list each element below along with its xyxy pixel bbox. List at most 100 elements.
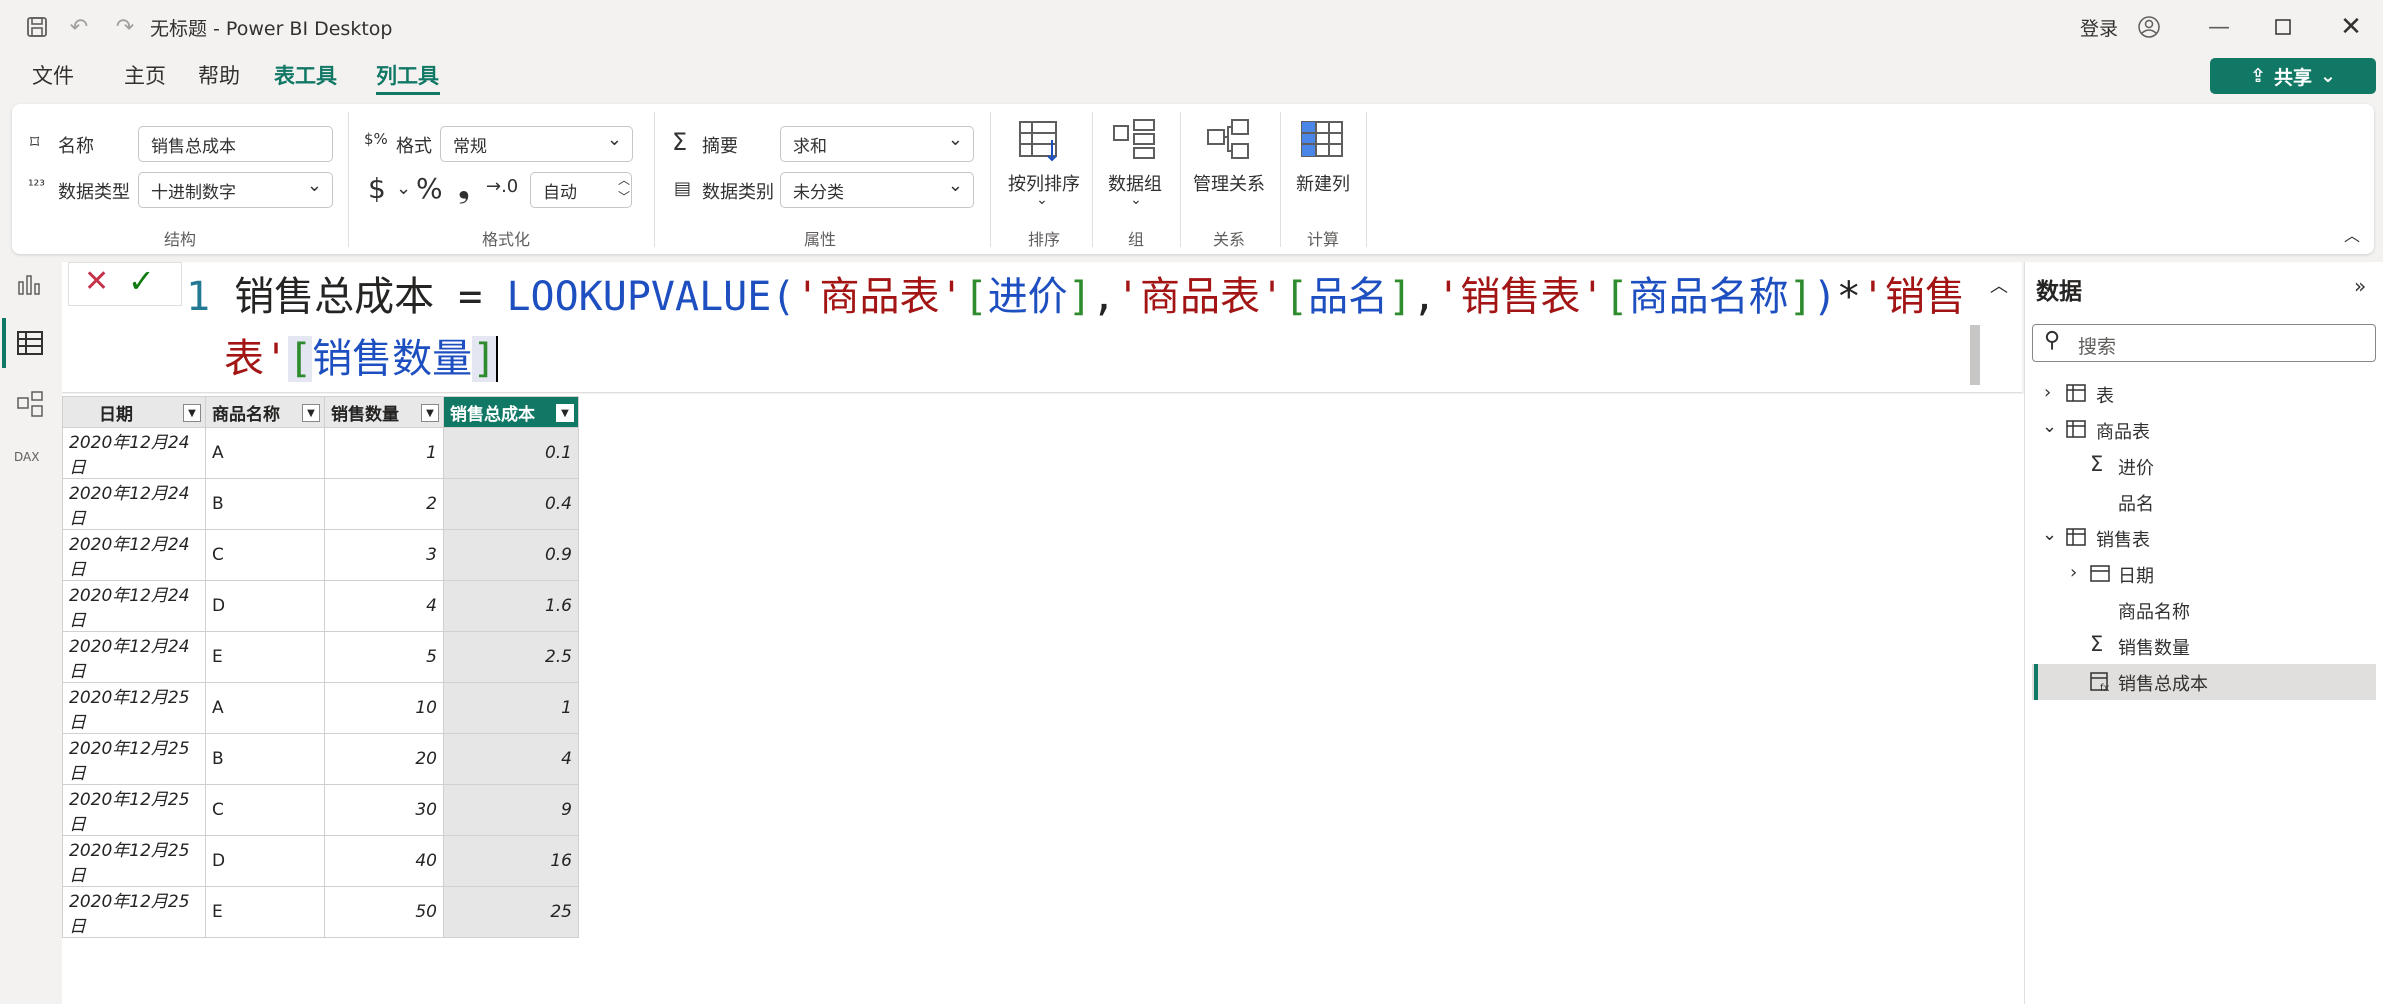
- cell-date[interactable]: 2020年12月25日: [62, 784, 206, 836]
- tree-item-price[interactable]: 进价: [2118, 454, 2154, 480]
- maximize-icon[interactable]: [2268, 12, 2298, 42]
- cell-product[interactable]: A: [205, 427, 325, 479]
- tree-item-product-name-col[interactable]: 商品名称: [2118, 598, 2190, 624]
- redo-icon[interactable]: ↷: [110, 12, 140, 42]
- tree-item-total-cost[interactable]: 销售总成本: [2118, 670, 2208, 696]
- cell-total-cost[interactable]: 0.9: [443, 529, 579, 581]
- chevron-down-icon[interactable]: ⌄: [2042, 416, 2057, 437]
- new-column-button[interactable]: 新建列: [1288, 170, 1358, 196]
- cell-total-cost[interactable]: 0.4: [443, 478, 579, 530]
- cell-date[interactable]: 2020年12月24日: [62, 427, 206, 479]
- cell-product[interactable]: A: [205, 682, 325, 734]
- login-link[interactable]: 登录: [2080, 14, 2118, 41]
- cell-total-cost[interactable]: 4: [443, 733, 579, 785]
- cell-quantity[interactable]: 50: [324, 886, 444, 938]
- chevron-down-icon[interactable]: ⌄: [1124, 192, 1148, 208]
- formula-editor-line2[interactable]: 表'[销售数量]​: [224, 328, 499, 390]
- cell-total-cost[interactable]: 16: [443, 835, 579, 887]
- chevron-down-icon[interactable]: ⌄: [1030, 192, 1054, 208]
- cell-quantity[interactable]: 4: [324, 580, 444, 632]
- commit-formula-icon[interactable]: ✓: [128, 262, 155, 300]
- model-view-icon[interactable]: [16, 390, 44, 422]
- chevron-right-icon[interactable]: ›: [2044, 382, 2051, 403]
- tree-item-date[interactable]: 日期: [2118, 562, 2154, 588]
- save-icon[interactable]: [22, 12, 52, 42]
- data-groups-icon[interactable]: [1112, 118, 1158, 166]
- close-icon[interactable]: ✕: [2336, 12, 2366, 42]
- table-view-icon[interactable]: [16, 330, 44, 360]
- menu-table-tools[interactable]: 表工具: [274, 60, 337, 90]
- collapse-formula-icon[interactable]: ︿: [1990, 272, 2008, 298]
- cell-quantity[interactable]: 20: [324, 733, 444, 785]
- cell-total-cost[interactable]: 1: [443, 682, 579, 734]
- cell-date[interactable]: 2020年12月24日: [62, 631, 206, 683]
- decimal-places-input[interactable]: 自动: [530, 172, 632, 208]
- cell-total-cost[interactable]: 9: [443, 784, 579, 836]
- share-button[interactable]: ⇪ 共享 ⌄: [2210, 58, 2376, 94]
- tree-item-product-table[interactable]: 商品表: [2096, 418, 2150, 444]
- expand-pane-icon[interactable]: »: [2354, 274, 2366, 298]
- menu-home[interactable]: 主页: [124, 60, 166, 90]
- cell-product[interactable]: E: [205, 631, 325, 683]
- format-select[interactable]: 常规: [440, 126, 633, 162]
- cell-date[interactable]: 2020年12月25日: [62, 682, 206, 734]
- chevron-down-icon[interactable]: ⌄: [2042, 524, 2057, 545]
- manage-relationships-button[interactable]: 管理关系: [1188, 170, 1270, 196]
- cell-product[interactable]: D: [205, 580, 325, 632]
- minimize-icon[interactable]: —: [2204, 12, 2234, 42]
- tree-item-sales-table[interactable]: 销售表: [2096, 526, 2150, 552]
- cell-total-cost[interactable]: 2.5: [443, 631, 579, 683]
- cell-quantity[interactable]: 2: [324, 478, 444, 530]
- datatype-select[interactable]: 十进制数字: [138, 172, 333, 208]
- column-filter-icon[interactable]: ▼: [556, 404, 574, 422]
- cell-date[interactable]: 2020年12月25日: [62, 835, 206, 887]
- summary-select[interactable]: 求和: [780, 126, 974, 162]
- column-filter-icon[interactable]: ▼: [421, 404, 439, 422]
- cell-total-cost[interactable]: 0.1: [443, 427, 579, 479]
- cell-total-cost[interactable]: 1.6: [443, 580, 579, 632]
- cell-quantity[interactable]: 5: [324, 631, 444, 683]
- cell-quantity[interactable]: 1: [324, 427, 444, 479]
- cell-product[interactable]: C: [205, 784, 325, 836]
- currency-button[interactable]: $: [368, 172, 386, 205]
- column-header-quantity[interactable]: 销售数量 ▼: [324, 396, 444, 428]
- comma-button[interactable]: ❟: [458, 170, 470, 205]
- tree-item-table[interactable]: 表: [2096, 382, 2114, 408]
- search-input[interactable]: 搜索: [2078, 332, 2116, 359]
- column-header-total-cost[interactable]: 销售总成本 ▼: [443, 396, 579, 428]
- percent-button[interactable]: %: [416, 172, 443, 205]
- stepper-icon[interactable]: ︿ ﹀: [618, 172, 630, 206]
- cell-date[interactable]: 2020年12月24日: [62, 529, 206, 581]
- menu-column-tools[interactable]: 列工具: [376, 60, 439, 90]
- cell-quantity[interactable]: 3: [324, 529, 444, 581]
- cell-product[interactable]: E: [205, 886, 325, 938]
- cell-total-cost[interactable]: 25: [443, 886, 579, 938]
- report-view-icon[interactable]: [16, 270, 42, 300]
- formula-scrollbar[interactable]: [1970, 325, 1980, 385]
- cell-product[interactable]: C: [205, 529, 325, 581]
- tree-item-quantity[interactable]: 销售数量: [2118, 634, 2190, 660]
- chevron-right-icon[interactable]: ›: [2070, 562, 2077, 583]
- cell-date[interactable]: 2020年12月24日: [62, 478, 206, 530]
- cell-quantity[interactable]: 40: [324, 835, 444, 887]
- manage-relationships-icon[interactable]: [1206, 118, 1252, 166]
- cell-product[interactable]: B: [205, 733, 325, 785]
- chevron-down-icon[interactable]: ⌄: [396, 178, 411, 199]
- cell-date[interactable]: 2020年12月25日: [62, 733, 206, 785]
- column-header-date[interactable]: 日期 ▼: [62, 396, 206, 428]
- cancel-formula-icon[interactable]: ✕: [84, 264, 109, 299]
- cell-product[interactable]: B: [205, 478, 325, 530]
- cell-date[interactable]: 2020年12月25日: [62, 886, 206, 938]
- cell-quantity[interactable]: 10: [324, 682, 444, 734]
- name-input[interactable]: 销售总成本: [138, 126, 333, 162]
- collapse-ribbon-icon[interactable]: ︿: [2344, 222, 2360, 246]
- column-filter-icon[interactable]: ▼: [183, 404, 201, 422]
- sort-by-column-icon[interactable]: [1018, 120, 1066, 168]
- decimal-icon[interactable]: →.0: [486, 176, 518, 197]
- formula-editor[interactable]: 1 销售总成本 = LOOKUPVALUE('商品表'[进价],'商品表'[品名…: [186, 266, 1965, 328]
- menu-help[interactable]: 帮助: [198, 60, 240, 90]
- undo-icon[interactable]: ↶: [64, 12, 94, 42]
- dax-query-view-icon[interactable]: DAX: [14, 450, 39, 464]
- category-select[interactable]: 未分类: [780, 172, 974, 208]
- column-header-product[interactable]: 商品名称 ▼: [205, 396, 325, 428]
